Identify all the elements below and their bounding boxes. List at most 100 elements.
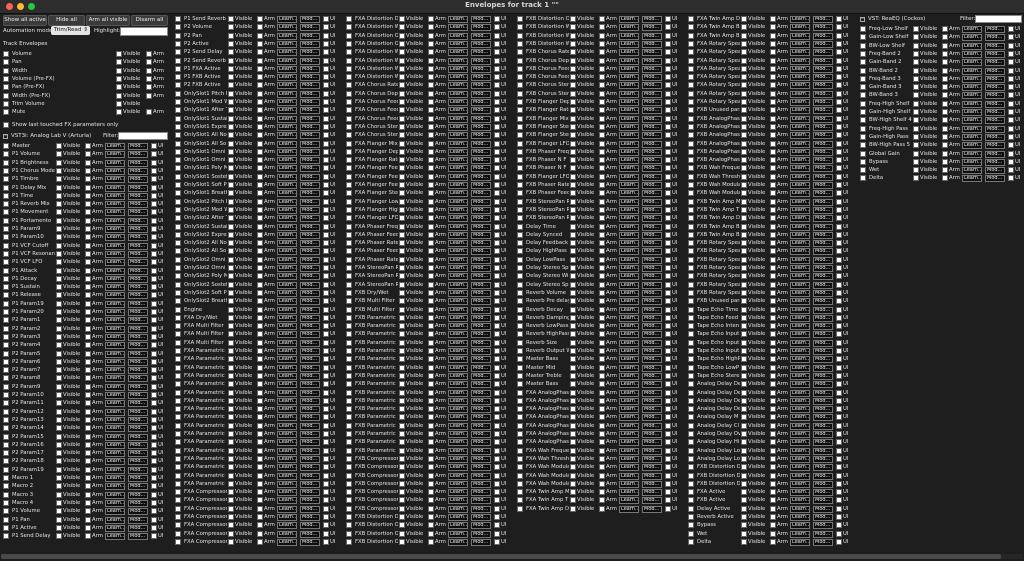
learn-button[interactable]: Learn... [277,265,297,272]
learn-button[interactable]: Learn... [105,475,125,482]
learn-button[interactable]: Learn... [448,472,468,480]
arm-checkbox[interactable] [85,342,91,349]
mod-button[interactable]: Mod... [471,472,491,480]
learn-button[interactable]: Learn... [105,167,125,175]
ui-checkbox[interactable] [665,397,671,404]
show-param-checkbox[interactable] [346,538,352,545]
show-param-checkbox[interactable] [517,431,523,437]
visible-checkbox[interactable] [741,173,747,180]
visible-checkbox[interactable] [570,339,576,346]
learn-button[interactable]: Learn... [448,65,468,73]
arm-checkbox[interactable] [428,256,434,263]
learn-button[interactable]: Learn... [277,173,297,181]
arm-checkbox[interactable] [428,348,434,354]
visible-checkbox[interactable] [56,508,62,515]
visible-checkbox[interactable] [570,240,576,247]
visible-checkbox[interactable] [570,231,576,238]
arm-checkbox[interactable] [599,107,605,114]
learn-button[interactable]: Learn... [448,148,468,156]
visible-checkbox[interactable] [913,59,919,66]
ui-checkbox[interactable] [836,265,842,271]
visible-checkbox[interactable] [741,24,747,31]
mod-button[interactable]: Mod... [471,389,491,397]
visible-checkbox[interactable] [741,49,747,56]
learn-button[interactable]: Learn... [105,508,125,516]
show-param-checkbox[interactable] [175,414,181,421]
learn-button[interactable]: Learn... [277,381,297,389]
visible-checkbox[interactable] [399,90,405,97]
arm-checkbox[interactable] [257,364,263,371]
mod-button[interactable]: Mod... [471,99,491,106]
arm-checkbox[interactable] [85,458,91,465]
show-param-checkbox[interactable] [175,40,181,47]
learn-button[interactable]: Learn... [619,348,639,355]
arm-checkbox[interactable] [257,115,263,122]
arm-checkbox[interactable] [85,143,91,149]
arm-checkbox[interactable] [257,148,263,155]
visible-checkbox[interactable] [741,339,747,346]
mod-button[interactable]: Mod... [985,158,1005,166]
show-param-checkbox[interactable] [175,256,181,263]
visible-checkbox[interactable] [399,182,405,188]
ui-checkbox[interactable] [323,265,329,271]
arm-checkbox[interactable] [942,117,948,124]
learn-button[interactable]: Learn... [105,159,125,167]
arm-checkbox[interactable] [257,472,263,479]
arm-checkbox[interactable] [942,67,948,74]
visible-checkbox[interactable] [913,117,919,124]
arm-checkbox[interactable] [770,397,776,404]
mod-button[interactable]: Mod... [128,201,148,209]
ui-checkbox[interactable] [665,231,671,238]
learn-button[interactable]: Learn... [619,82,639,90]
learn-button[interactable]: Learn... [790,298,810,306]
learn-button[interactable]: Learn... [277,123,297,131]
ui-checkbox[interactable] [494,381,500,388]
mod-button[interactable]: Mod... [300,148,320,156]
show-param-checkbox[interactable] [860,175,866,182]
ui-checkbox[interactable] [836,298,842,305]
mod-button[interactable]: Mod... [471,406,491,414]
mod-button[interactable]: Mod... [642,339,662,347]
ui-checkbox[interactable] [665,148,671,155]
visible-checkbox[interactable] [570,198,576,205]
mod-button[interactable]: Mod... [128,491,148,499]
visible-checkbox[interactable] [570,123,576,130]
mod-button[interactable]: Mod... [642,173,662,181]
visible-checkbox[interactable] [570,115,576,122]
arm-checkbox[interactable] [770,306,776,313]
learn-button[interactable]: Learn... [790,190,810,198]
learn-button[interactable]: Learn... [619,273,639,281]
ui-checkbox[interactable] [151,508,157,515]
mod-button[interactable]: Mod... [300,314,320,322]
show-param-checkbox[interactable] [688,57,694,64]
mod-button[interactable]: Mod... [471,273,491,281]
show-param-checkbox[interactable] [517,422,523,429]
arm-checkbox[interactable] [770,439,776,446]
mod-button[interactable]: Mod... [300,397,320,405]
arm-checkbox[interactable] [599,57,605,64]
ui-checkbox[interactable] [836,40,842,47]
show-param-checkbox[interactable] [346,505,352,512]
arm-checkbox[interactable] [257,306,263,313]
arm-checkbox[interactable] [599,65,605,72]
visible-checkbox[interactable] [228,49,234,56]
arm-checkbox[interactable] [428,422,434,429]
arm-checkbox[interactable] [770,472,776,479]
ui-checkbox[interactable] [323,215,329,222]
arm-checkbox[interactable] [599,256,605,263]
ui-checkbox[interactable] [665,505,671,512]
visible-checkbox[interactable] [228,339,234,346]
ui-checkbox[interactable] [323,49,329,56]
visible-checkbox[interactable] [56,333,62,340]
show-param-checkbox[interactable] [175,99,181,105]
learn-button[interactable]: Learn... [105,325,125,333]
arm-checkbox[interactable] [257,215,263,222]
mod-button[interactable]: Mod... [300,140,320,148]
visible-checkbox[interactable] [741,223,747,230]
arm-checkbox[interactable] [942,150,948,157]
ui-checkbox[interactable] [323,348,329,354]
ui-checkbox[interactable] [665,422,671,429]
learn-button[interactable]: Learn... [619,132,639,140]
show-param-checkbox[interactable] [175,157,181,164]
learn-button[interactable]: Learn... [790,439,810,447]
